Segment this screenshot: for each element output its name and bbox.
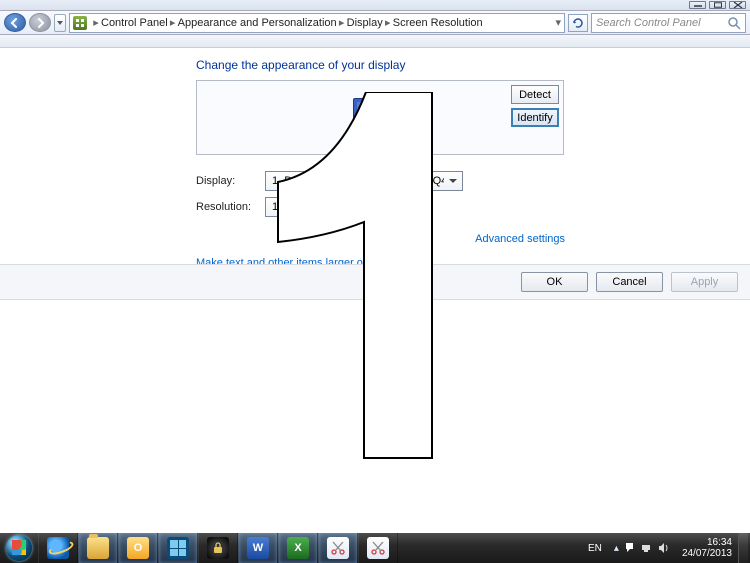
taskbar-excel[interactable]: X xyxy=(278,533,318,563)
system-tray: EN ▴ 16:34 24/07/2013 xyxy=(582,533,750,563)
forward-button[interactable] xyxy=(29,13,51,32)
clock-time: 16:34 xyxy=(682,537,732,549)
ok-button[interactable]: OK xyxy=(521,272,588,292)
cancel-button[interactable]: Cancel xyxy=(596,272,663,292)
close-button[interactable] xyxy=(729,1,746,9)
toolbar xyxy=(0,35,750,48)
clock[interactable]: 16:34 24/07/2013 xyxy=(676,537,738,560)
start-button[interactable] xyxy=(0,533,38,563)
monitor-thumbnail[interactable]: 1 xyxy=(353,98,407,138)
chevron-right-icon[interactable]: ▸ xyxy=(168,16,178,29)
identify-button[interactable]: Identify xyxy=(511,108,559,127)
breadcrumb-display[interactable]: Display xyxy=(347,17,383,29)
address-bar: ▸ Control Panel ▸ Appearance and Persona… xyxy=(0,11,750,35)
chevron-right-icon[interactable]: ▸ xyxy=(91,16,101,29)
clock-date: 24/07/2013 xyxy=(682,548,732,560)
ie-icon xyxy=(47,537,69,559)
address-box[interactable]: ▸ Control Panel ▸ Appearance and Persona… xyxy=(69,13,565,33)
refresh-button[interactable] xyxy=(568,14,588,32)
search-placeholder: Search Control Panel xyxy=(596,17,701,29)
resolution-dropdown[interactable]: 1152 × 864 xyxy=(265,197,405,217)
breadcrumb-appearance[interactable]: Appearance and Personalization xyxy=(178,17,337,29)
lock-icon xyxy=(207,537,229,559)
word-icon: W xyxy=(247,537,269,559)
search-input[interactable]: Search Control Panel xyxy=(591,13,746,33)
language-indicator[interactable]: EN xyxy=(582,543,608,554)
taskbar-ie[interactable] xyxy=(38,533,78,563)
display-label: Display: xyxy=(196,175,265,187)
minimize-button[interactable] xyxy=(689,1,706,9)
breadcrumb-control-panel[interactable]: Control Panel xyxy=(101,17,168,29)
action-center-icon[interactable] xyxy=(624,542,636,554)
taskbar-snipping[interactable] xyxy=(318,533,358,563)
scissors-icon xyxy=(327,537,349,559)
display-dropdown[interactable]: 1. Dell P1911(Digital) on Intel(R) Q45/Q… xyxy=(265,171,463,191)
volume-icon[interactable] xyxy=(658,542,670,554)
main-content: Change the appearance of your display 1 … xyxy=(0,48,750,286)
windows-app-icon xyxy=(167,537,189,559)
display-value: 1. Dell P1911(Digital) on Intel(R) Q45/Q… xyxy=(272,175,444,187)
resolution-label: Resolution: xyxy=(196,201,265,213)
taskbar-outlook[interactable]: O xyxy=(118,533,158,563)
network-icon[interactable] xyxy=(641,542,653,554)
taskbar-explorer[interactable] xyxy=(78,533,118,563)
chevron-right-icon[interactable]: ▸ xyxy=(383,16,393,29)
window-titlebar xyxy=(0,0,750,11)
taskbar-pinned: O W X xyxy=(38,533,398,563)
display-arrangement-box[interactable]: 1 Detect Identify xyxy=(196,80,564,155)
breadcrumb-screen-resolution[interactable]: Screen Resolution xyxy=(393,17,483,29)
chevron-right-icon[interactable]: ▸ xyxy=(337,16,347,29)
taskbar: O W X EN ▴ 16:34 24/07/2013 xyxy=(0,533,750,563)
taskbar-app-a[interactable] xyxy=(158,533,198,563)
page-title: Change the appearance of your display xyxy=(196,58,738,72)
resolution-value: 1152 × 864 xyxy=(272,201,327,213)
detect-button[interactable]: Detect xyxy=(511,85,559,104)
maximize-button[interactable] xyxy=(709,1,726,9)
excel-icon: X xyxy=(287,537,309,559)
monitor-number-badge: 1 xyxy=(368,106,392,130)
taskbar-lock[interactable] xyxy=(198,533,238,563)
taskbar-word[interactable]: W xyxy=(238,533,278,563)
folder-icon xyxy=(87,537,109,559)
chevron-down-icon[interactable]: ▾ xyxy=(555,16,561,29)
outlook-icon: O xyxy=(127,537,149,559)
apply-button: Apply xyxy=(671,272,738,292)
show-desktop-button[interactable] xyxy=(738,533,748,563)
tray-chevron-up-icon[interactable]: ▴ xyxy=(614,543,619,554)
control-panel-icon xyxy=(73,16,87,30)
taskbar-snipping-2[interactable] xyxy=(358,533,398,563)
history-dropdown-button[interactable] xyxy=(54,14,66,32)
scissors-icon xyxy=(367,537,389,559)
back-button[interactable] xyxy=(4,13,26,32)
windows-orb-icon xyxy=(6,535,32,561)
search-icon xyxy=(727,16,741,30)
advanced-settings-link[interactable]: Advanced settings xyxy=(475,233,565,245)
button-bar: OK Cancel Apply xyxy=(0,264,750,300)
